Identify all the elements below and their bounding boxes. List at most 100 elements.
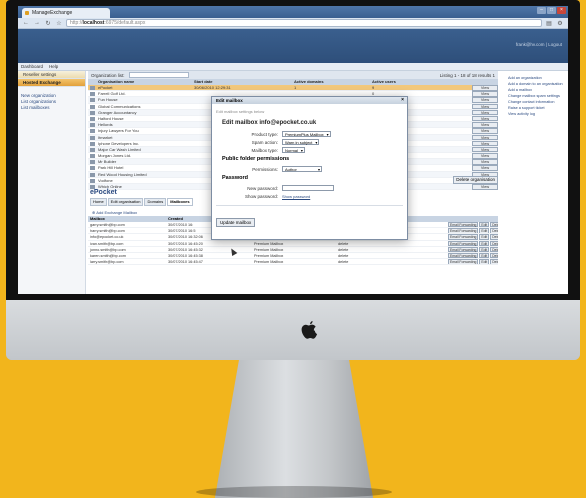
org-row-icon (88, 178, 98, 183)
email-forwarding-button[interactable]: Email Forwarding (448, 246, 479, 252)
delete-button[interactable]: Delete (490, 240, 498, 246)
delete-button[interactable]: Delete (490, 228, 498, 234)
product-type-label: Product type: (251, 131, 278, 137)
mailbox-email-cell: harry.smith@bp.com (90, 229, 125, 234)
address-bar: ← → ↻ ☆ http://localhost:6975/default.as… (18, 18, 568, 29)
email-forwarding-button[interactable]: Email Forwarding (448, 259, 479, 265)
delete-button[interactable]: Delete (490, 252, 498, 259)
back-icon[interactable]: ← (22, 20, 30, 26)
edit-button[interactable]: Edit (479, 234, 490, 240)
view-button[interactable]: View (472, 146, 498, 153)
start-date-cell: 30/06/2010 12:29:31 (194, 85, 231, 90)
mailbox-email-cell: garry.smith@bp.com (90, 223, 125, 227)
modal-close-icon[interactable]: × (401, 97, 404, 104)
row-actions: Email ForwardingEditDelete (448, 246, 498, 252)
org-filter-input[interactable] (128, 72, 189, 78)
update-mailbox-button[interactable]: Update mailbox (216, 218, 256, 227)
spam-action-select[interactable]: Warn in subject ▾ (282, 139, 320, 145)
nav-group-reseller[interactable]: Reseller settings (18, 71, 85, 79)
edit-button[interactable]: Edit (479, 222, 490, 228)
view-button[interactable]: View (472, 159, 498, 165)
org-row-icon (88, 135, 98, 140)
nav-link-list-mailboxes[interactable]: List mailboxes (18, 105, 85, 111)
password-title: Password (222, 175, 248, 181)
domains-cell: 1 (294, 85, 297, 90)
url-prefix: http:// (70, 20, 83, 26)
edit-button[interactable]: Edit (479, 246, 490, 252)
view-button[interactable]: View (472, 122, 498, 128)
page-menu-icon[interactable]: ▤ (545, 20, 553, 27)
view-button[interactable]: View (472, 140, 498, 147)
delete-button[interactable]: Delete (490, 222, 498, 228)
org-name-cell: Itmarket (98, 134, 113, 140)
view-button[interactable]: View (472, 165, 498, 171)
edit-button[interactable]: Edit (479, 228, 490, 234)
view-button[interactable]: View (472, 128, 498, 134)
nav-links: New organization List organizations List… (18, 93, 85, 111)
mailbox-type-select[interactable]: Normal ▾ (282, 147, 305, 153)
tab-edit-org[interactable]: Edit organisation (107, 198, 144, 206)
show-password-row: Show password: Show password (212, 192, 407, 200)
user-logout-link[interactable]: frank@hv.com | Logout (516, 42, 562, 47)
org-name-cell: Fun House (98, 97, 118, 103)
maximize-icon[interactable]: □ (547, 7, 556, 14)
delete-button[interactable]: Delete (490, 234, 498, 240)
email-forwarding-button[interactable]: Email Forwarding (448, 240, 479, 246)
edit-button[interactable]: Edit (479, 259, 490, 265)
tab-domains[interactable]: Domains (144, 198, 167, 206)
building-icon (90, 178, 95, 183)
show-password-link[interactable]: Show password (282, 194, 310, 199)
product-type-select[interactable]: PremiumPlus Mailbox ▾ (282, 131, 331, 137)
new-password-input[interactable] (282, 185, 334, 191)
org-name-cell: Global Communications (98, 103, 141, 109)
view-button[interactable]: View (472, 97, 498, 103)
email-forwarding-button[interactable]: Email Forwarding (448, 222, 479, 228)
tab-mailboxes[interactable]: Mailboxes (167, 198, 193, 206)
view-button[interactable]: View (472, 153, 498, 159)
delete-button[interactable]: Delete (490, 246, 498, 252)
view-button[interactable]: View (472, 109, 498, 116)
pf-permissions-title: Public folder permissions (222, 156, 290, 162)
mailbox-type-label: Mailbox type: (251, 147, 278, 153)
menu-help[interactable]: Help (49, 64, 58, 69)
menubar: Dashboard Help (18, 63, 568, 71)
mailbox-type-cell: Premium Mailbox (254, 247, 284, 252)
forward-icon[interactable]: → (33, 20, 41, 26)
view-button[interactable]: View (472, 91, 498, 97)
permissions-label: Permissions: (252, 166, 278, 172)
refresh-icon[interactable]: ↻ (44, 20, 52, 27)
right-nav-link[interactable]: View activity log (504, 111, 568, 117)
org-row-icon (88, 147, 98, 152)
chevron-down-icon: ▾ (300, 148, 303, 153)
view-button[interactable]: View (472, 85, 498, 91)
spam-cell: delete (338, 253, 349, 258)
url-host: localhost (82, 20, 105, 26)
favicon-icon (25, 11, 29, 15)
browser-tab[interactable]: ManageExchange (22, 8, 110, 18)
tools-menu-icon[interactable]: ⚙ (556, 20, 564, 27)
minimize-icon[interactable]: – (537, 7, 546, 14)
edit-button[interactable]: Edit (479, 240, 490, 246)
table-row[interactable]: larry.smith@bp.com 30/07/2010 16:45:47 Pre… (88, 259, 498, 266)
view-button[interactable]: View (472, 115, 498, 122)
edit-button[interactable]: Edit (479, 252, 490, 259)
permissions-select[interactable]: Author ▾ (282, 166, 322, 172)
org-row-icon (88, 97, 98, 103)
email-forwarding-button[interactable]: Email Forwarding (448, 252, 479, 259)
imac-chin (6, 300, 580, 360)
view-button[interactable]: View (472, 134, 498, 140)
close-icon[interactable]: × (557, 7, 566, 14)
star-icon[interactable]: ☆ (55, 20, 63, 27)
building-icon (90, 116, 95, 121)
window-controls: – □ × (537, 7, 566, 14)
url-field[interactable]: http://localhost:6975/default.aspx (66, 19, 542, 27)
view-button[interactable]: View (472, 103, 498, 110)
tab-home[interactable]: Home (90, 198, 107, 206)
menu-dashboard[interactable]: Dashboard (21, 64, 43, 69)
email-forwarding-button[interactable]: Email Forwarding (448, 228, 479, 234)
org-name-cell: Mr Builder (98, 159, 117, 165)
delete-button[interactable]: Delete (490, 259, 498, 265)
nav-group-hosted-exchange[interactable]: Hosted Exchange (18, 79, 85, 87)
email-forwarding-button[interactable]: Email Forwarding (448, 234, 479, 240)
delete-org-button[interactable]: Delete organisation (453, 176, 498, 184)
